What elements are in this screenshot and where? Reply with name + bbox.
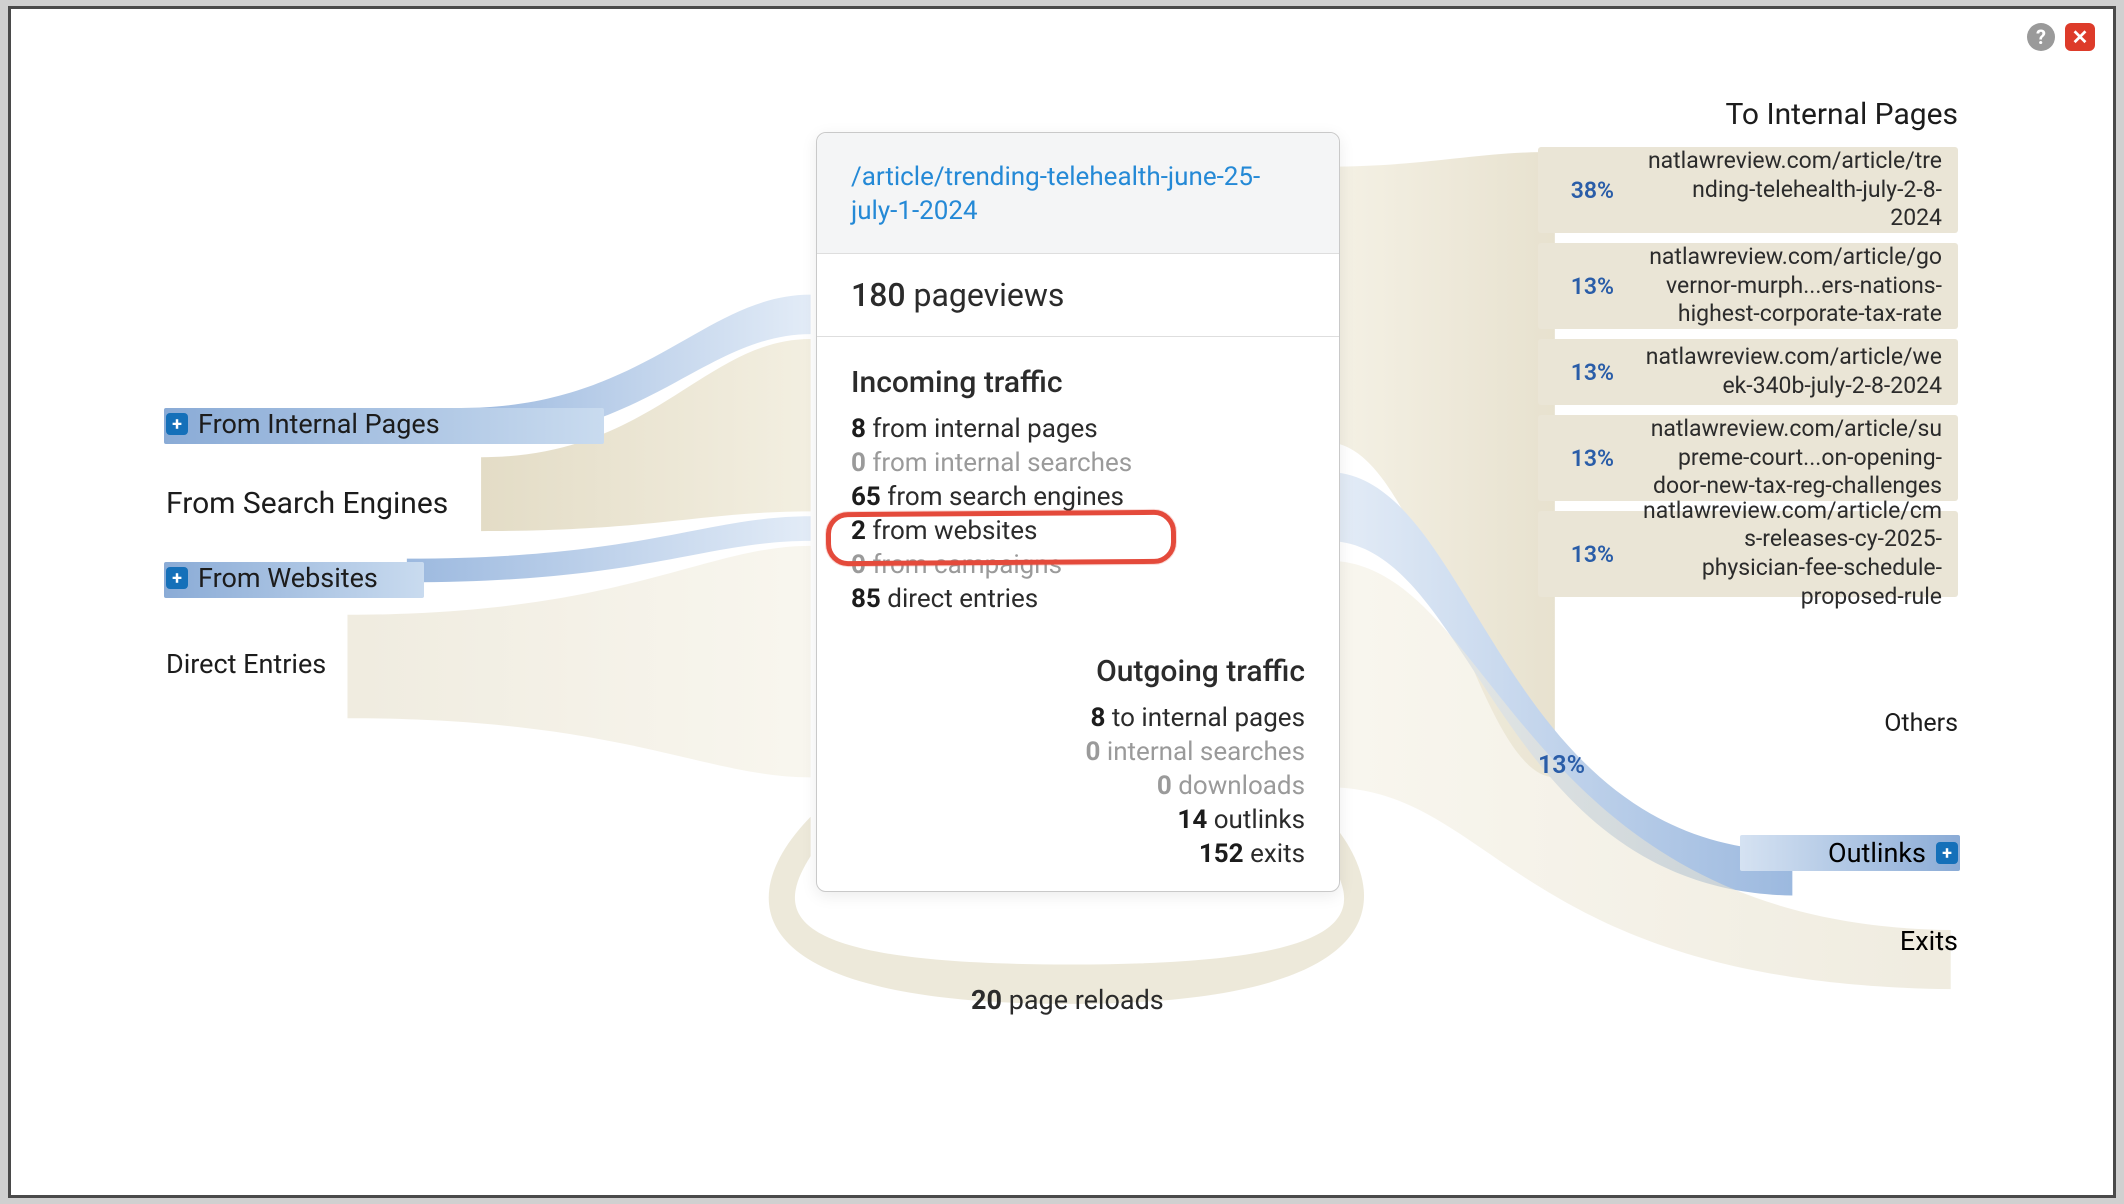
modal-frame: ? ✕ [8, 6, 2116, 1198]
pageviews: 180 pageviews [817, 254, 1339, 337]
outlinks-label: Outlinks [1828, 837, 1926, 869]
page-reloads-label: page reloads [1009, 984, 1164, 1016]
dest-url: natlawreview.com/article/trending-telehe… [1642, 147, 1942, 233]
source-label: From Search Engines [166, 486, 448, 521]
close-icon[interactable]: ✕ [2065, 23, 2095, 51]
page-reloads-value: 20 [971, 984, 1002, 1016]
dest-exits[interactable]: Exits [1900, 925, 1958, 957]
dest-item[interactable]: 13% natlawreview.com/article/week-340b-j… [1538, 339, 1958, 405]
source-from-internal[interactable]: + From Internal Pages [166, 408, 440, 440]
expand-icon[interactable]: + [1936, 842, 1958, 864]
stat-exits: 152 exits [851, 839, 1305, 869]
stat-direct: 85 direct entries [851, 584, 1305, 614]
pageviews-value: 180 [851, 276, 906, 314]
page-reloads: 20 page reloads [971, 984, 1164, 1016]
dest-pct: 13% [1552, 445, 1614, 472]
dest-url: natlawreview.com/article/cms-releases-cy… [1642, 497, 1942, 612]
dest-others-label[interactable]: Others [1884, 709, 1958, 738]
stat-campaigns: 0 from campaigns [851, 550, 1305, 580]
source-label: From Websites [198, 562, 378, 594]
source-from-search[interactable]: From Search Engines [166, 486, 448, 521]
outgoing-section: Outgoing traffic 8 to internal pages 0 i… [817, 626, 1339, 891]
dest-url: natlawreview.com/article/governor-murph.… [1642, 243, 1942, 329]
dest-url: natlawreview.com/article/week-340b-july-… [1642, 343, 1942, 401]
expand-icon[interactable]: + [166, 413, 188, 435]
stat-out-searches: 0 internal searches [851, 737, 1305, 767]
source-label: From Internal Pages [198, 408, 440, 440]
section-title: Outgoing traffic [851, 654, 1305, 689]
stat-outlinks: 14 outlinks [851, 805, 1305, 835]
stat-internal: 8 from internal pages [851, 414, 1305, 444]
dest-item[interactable]: 38% natlawreview.com/article/trending-te… [1538, 147, 1958, 233]
pageviews-label: pageviews [914, 276, 1065, 314]
expand-icon[interactable]: + [166, 567, 188, 589]
dest-item[interactable]: 13% natlawreview.com/article/supreme-cou… [1538, 415, 1958, 501]
stat-websites: 2 from websites [851, 516, 1305, 546]
incoming-section: Incoming traffic 8 from internal pages 0… [817, 337, 1339, 626]
section-title: Incoming traffic [851, 365, 1305, 400]
dest-pct: 13% [1552, 359, 1614, 386]
help-icon[interactable]: ? [2027, 23, 2055, 51]
dest-title: To Internal Pages [1725, 97, 1958, 132]
dest-item[interactable]: 13% natlawreview.com/article/cms-release… [1538, 511, 1958, 597]
source-direct[interactable]: Direct Entries [166, 648, 326, 680]
exits-label: Exits [1900, 925, 1958, 957]
flow-from-websites [407, 516, 811, 582]
page-card: /article/trending-telehealth-june-25-jul… [816, 132, 1340, 892]
stat-internal-searches: 0 from internal searches [851, 448, 1305, 478]
top-icons: ? ✕ [2027, 23, 2095, 51]
dest-pct: 13% [1552, 541, 1614, 568]
dest-pct: 13% [1552, 273, 1614, 300]
dest-others-pct[interactable]: 13% [1538, 751, 1958, 780]
dest-pct: 38% [1552, 177, 1614, 204]
stat-downloads: 0 downloads [851, 771, 1305, 801]
page-url[interactable]: /article/trending-telehealth-june-25-jul… [817, 133, 1339, 254]
source-label: Direct Entries [166, 648, 326, 680]
stat-to-internal: 8 to internal pages [851, 703, 1305, 733]
source-from-websites[interactable]: + From Websites [166, 562, 378, 594]
dest-url: natlawreview.com/article/supreme-court..… [1642, 415, 1942, 501]
flow-to-internal [1327, 152, 1555, 778]
dest-item[interactable]: 13% natlawreview.com/article/governor-mu… [1538, 243, 1958, 329]
stat-search-engines: 65 from search engines [851, 482, 1305, 512]
dest-outlinks[interactable]: Outlinks + [1828, 837, 1958, 869]
